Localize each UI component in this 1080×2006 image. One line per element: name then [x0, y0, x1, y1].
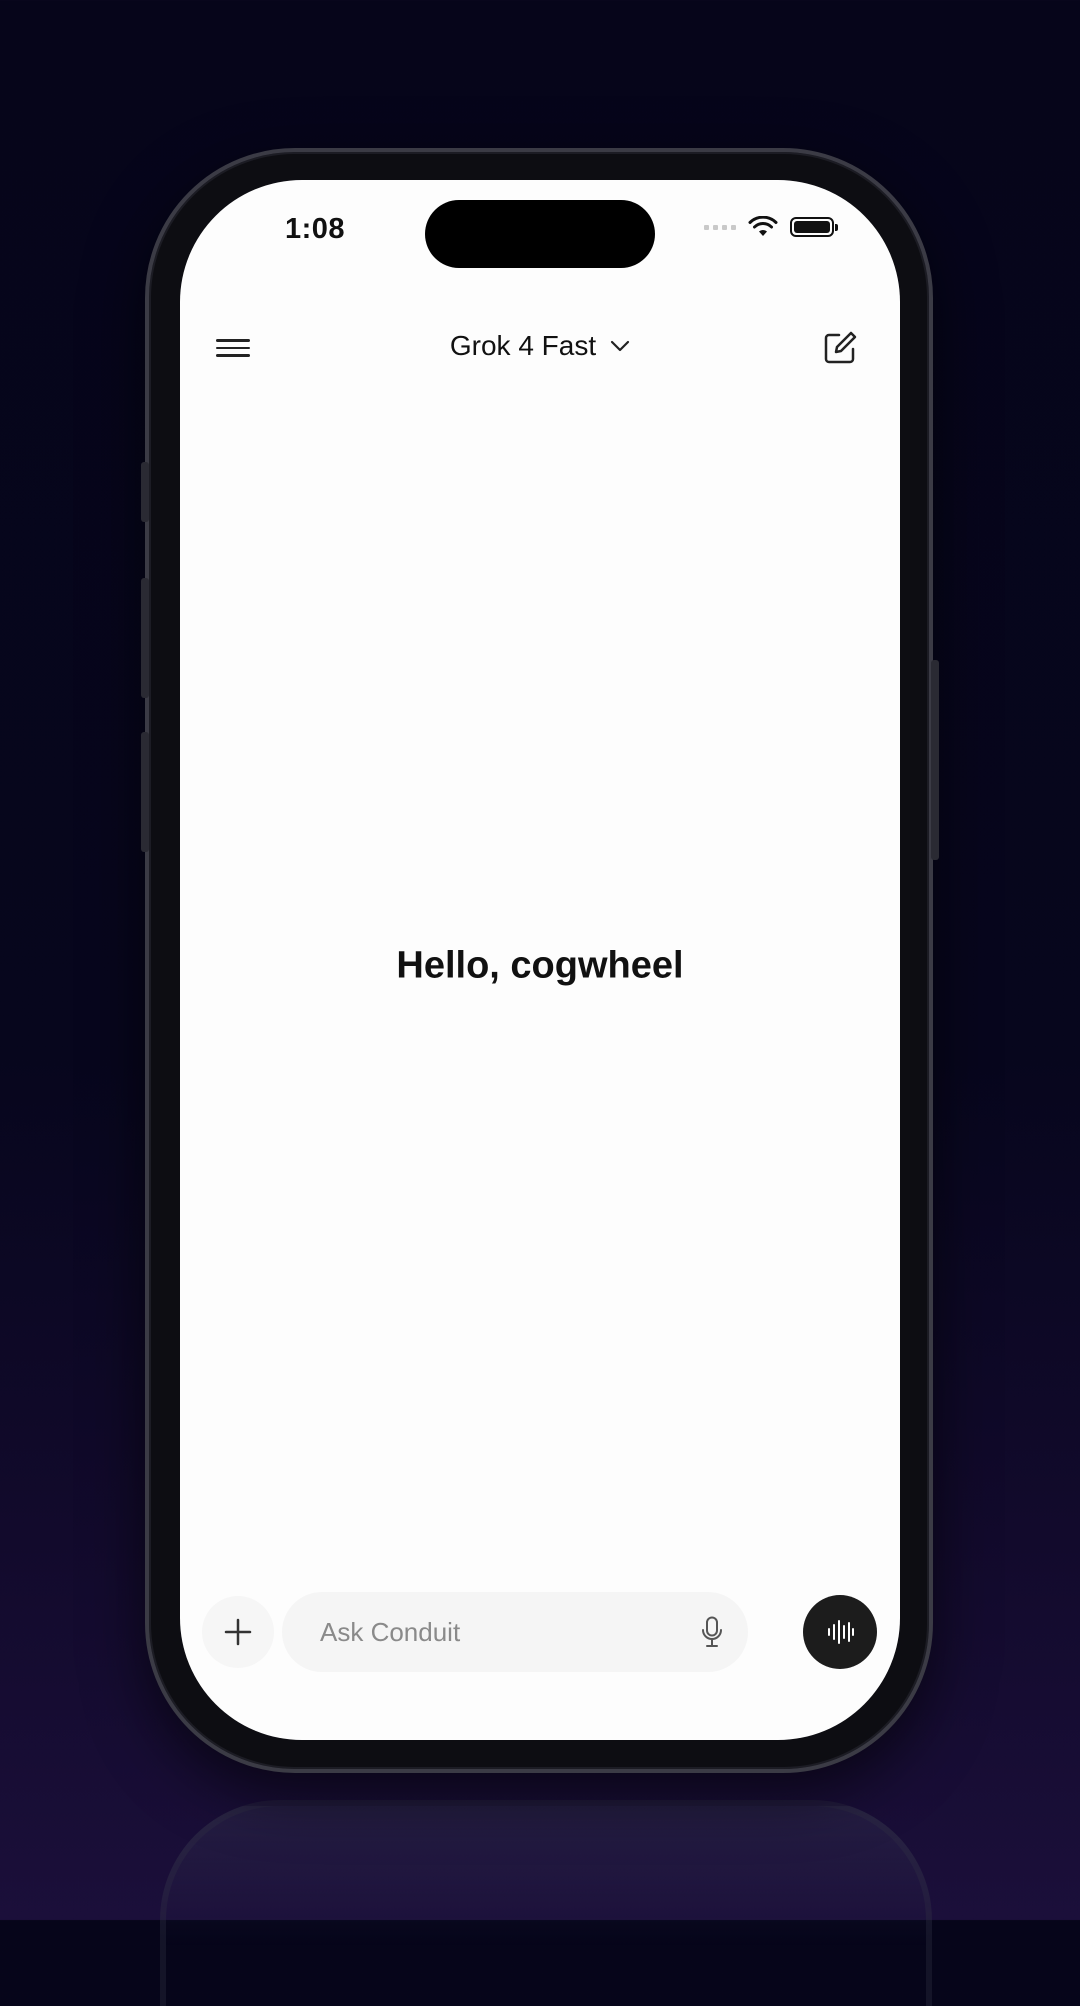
message-input-container: [282, 1592, 748, 1672]
status-time: 1:08: [285, 213, 346, 245]
wifi-icon: [748, 216, 778, 236]
microphone-icon: [702, 1616, 722, 1647]
top-navigation-bar: Grok 4 Fast: [180, 308, 900, 388]
dictation-button[interactable]: [692, 1612, 732, 1652]
power-button: [931, 660, 939, 860]
hamburger-menu-button[interactable]: [216, 328, 256, 368]
model-selector[interactable]: Grok 4 Fast: [420, 330, 660, 362]
volume-down-button: [141, 732, 149, 852]
battery-icon: [790, 217, 838, 237]
dynamic-island: [425, 200, 655, 268]
voice-mode-button[interactable]: [803, 1595, 877, 1669]
cellular-signal-icon: [704, 224, 736, 230]
message-composer: [202, 1592, 882, 1672]
compose-icon: [824, 331, 857, 364]
chevron-down-icon: [611, 340, 630, 352]
voice-waveform-icon: [828, 1620, 854, 1644]
greeting-text: Hello, cogwheel: [396, 944, 684, 987]
new-chat-button[interactable]: [822, 330, 858, 366]
plus-icon: [224, 1618, 252, 1646]
hamburger-menu-icon: [216, 339, 250, 342]
attach-button[interactable]: [202, 1596, 274, 1668]
model-name: Grok 4 Fast: [449, 330, 597, 361]
phone-reflection: [160, 1800, 932, 2006]
volume-up-button: [141, 578, 149, 698]
action-button: [141, 462, 149, 522]
message-input[interactable]: [318, 1615, 652, 1649]
status-indicators: [704, 216, 838, 238]
phone-screen: 1:08 Grok 4 Fast Hello, cogwheel Ask Con…: [180, 180, 900, 1740]
